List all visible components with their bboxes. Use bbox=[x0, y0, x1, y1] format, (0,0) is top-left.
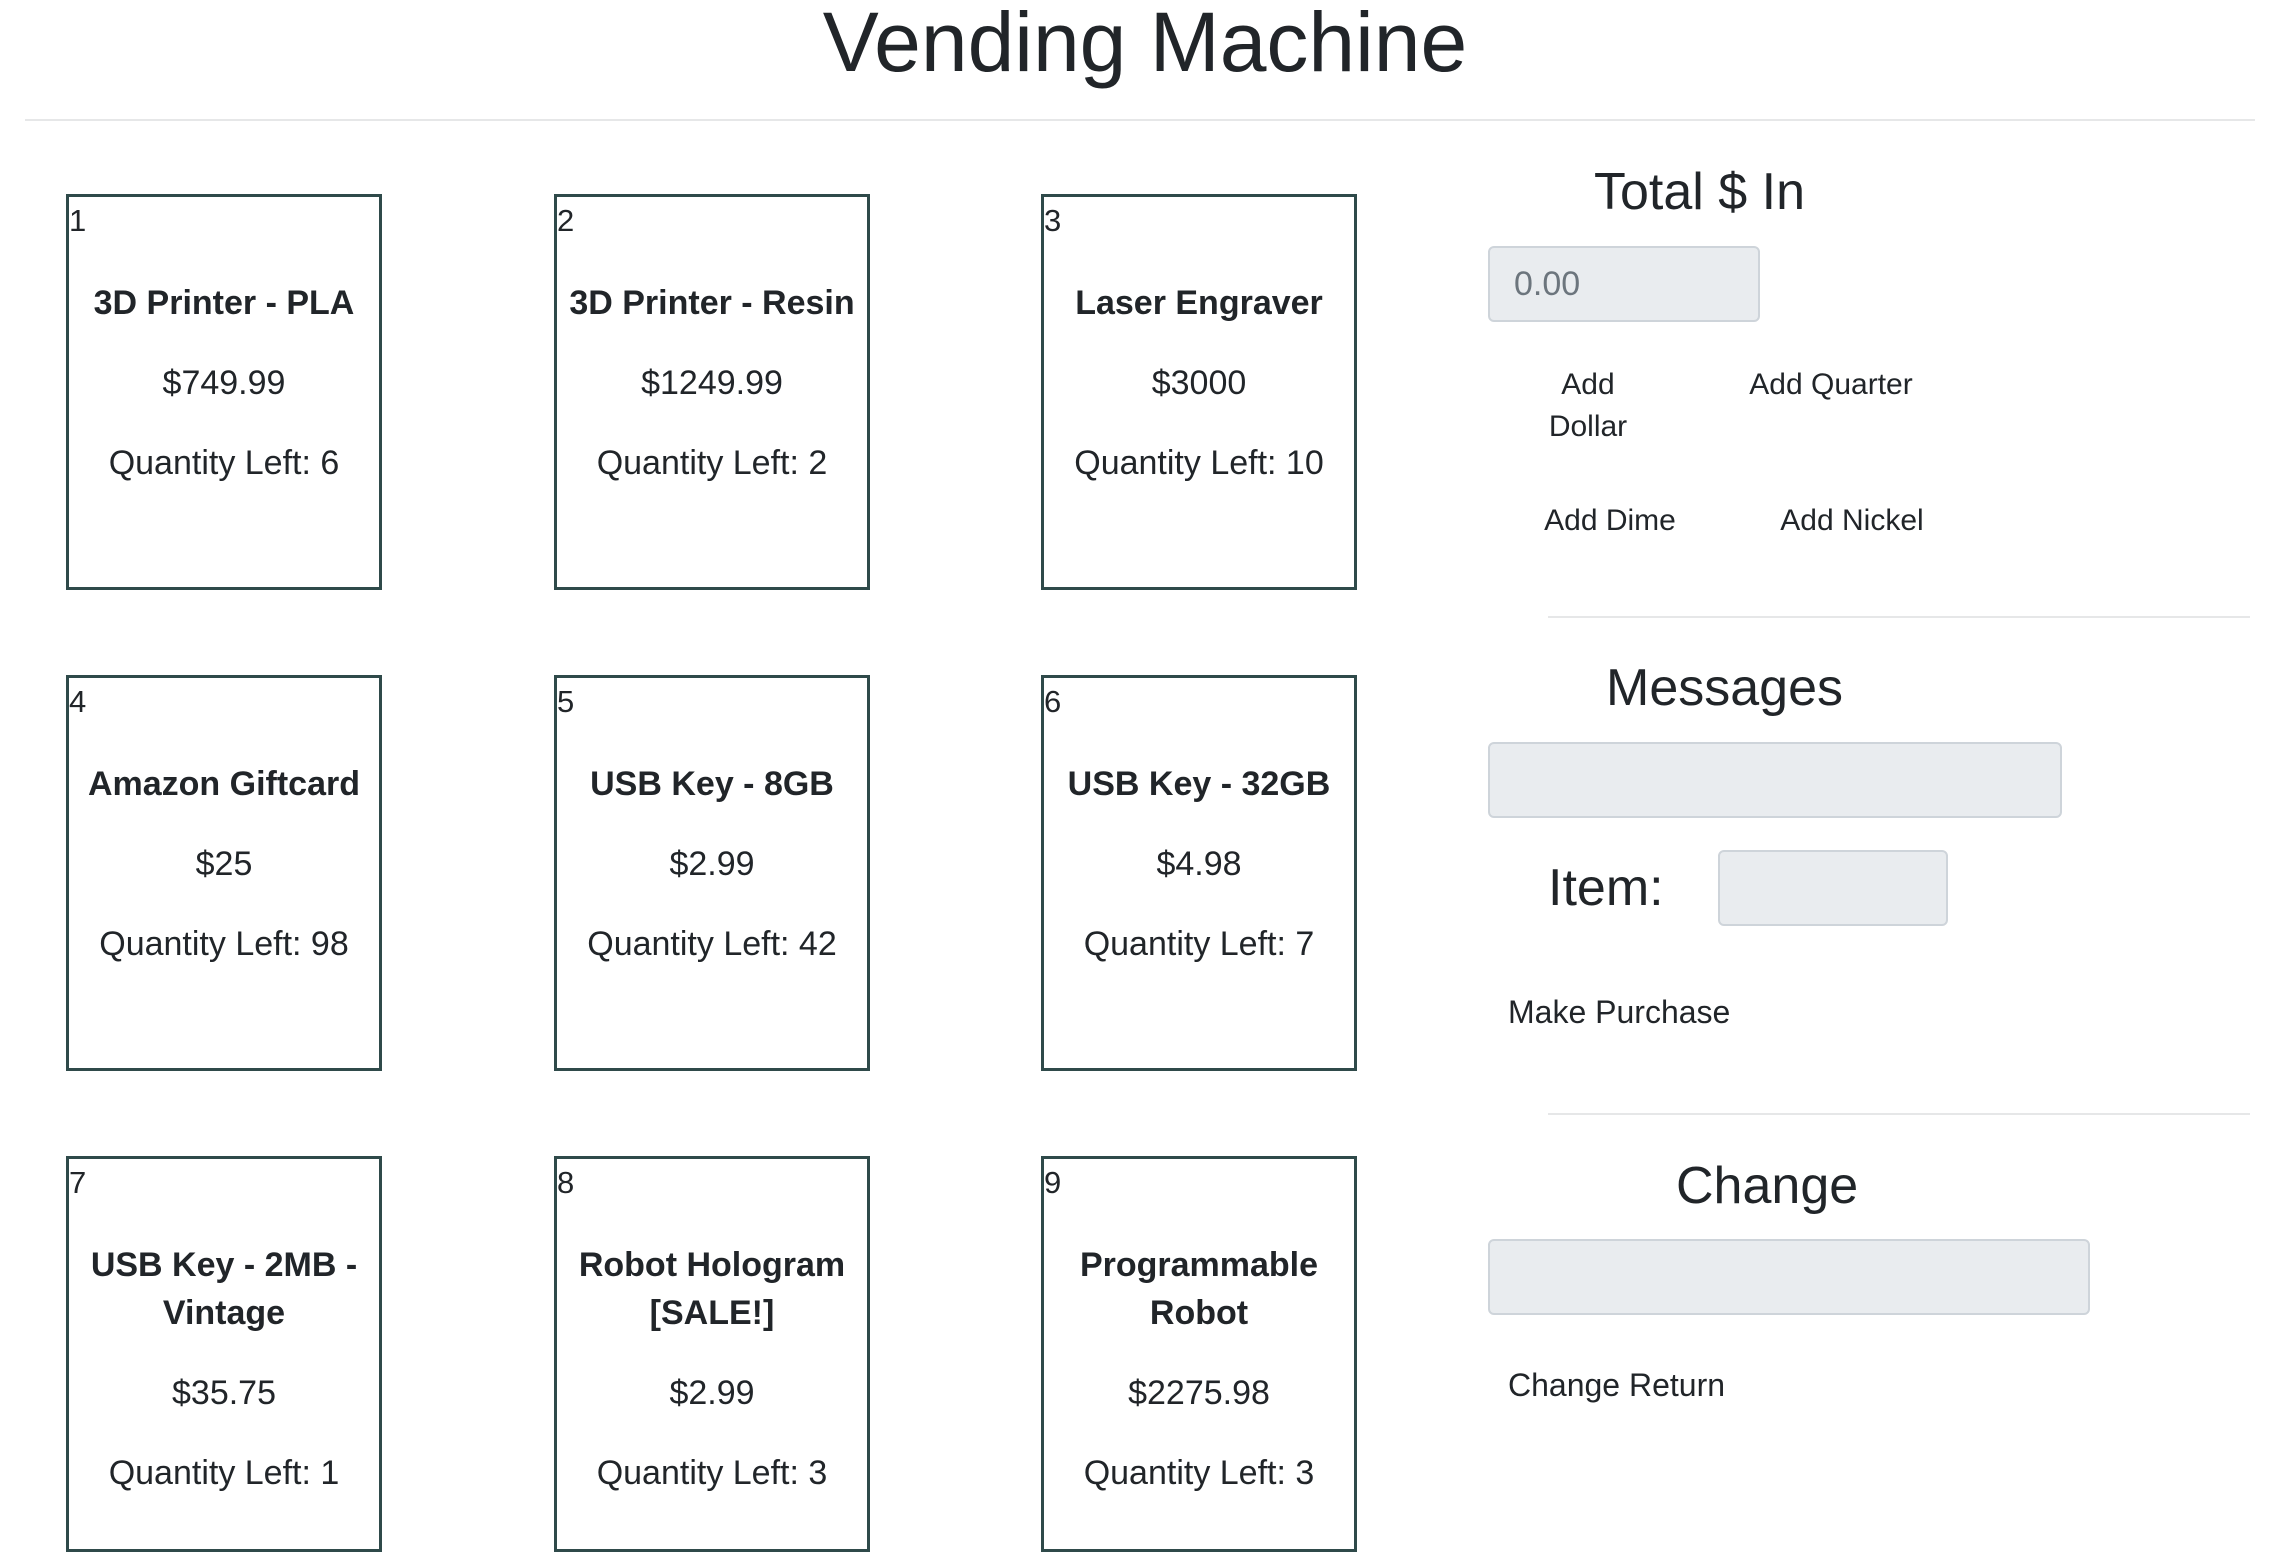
item-quantity: Quantity Left: 98 bbox=[99, 925, 349, 963]
page-title: Vending Machine bbox=[822, 0, 1468, 89]
item-number: 6 bbox=[1044, 684, 1062, 719]
total-in-field: 0.00 bbox=[1488, 246, 1760, 322]
item-quantity: Quantity Left: 6 bbox=[108, 444, 340, 482]
item-price: $25 bbox=[195, 845, 253, 883]
item-card[interactable]: 9 Programmable Robot $2275.98 Quantity L… bbox=[1041, 1156, 1357, 1552]
item-price: $1249.99 bbox=[641, 364, 783, 402]
item-quantity: Quantity Left: 7 bbox=[1083, 925, 1315, 963]
item-price: $4.98 bbox=[1156, 845, 1242, 883]
item-number: 8 bbox=[557, 1165, 575, 1200]
item-quantity: Quantity Left: 3 bbox=[596, 1454, 828, 1492]
panel-divider bbox=[1548, 616, 2250, 618]
item-name: Robot Hologram [SALE!] bbox=[578, 1246, 846, 1332]
add-dime-button[interactable]: Add Dime bbox=[1536, 500, 1684, 542]
item-card[interactable]: 6 USB Key - 32GB $4.98 Quantity Left: 7 bbox=[1041, 675, 1357, 1071]
item-number: 1 bbox=[69, 203, 87, 238]
item-card[interactable]: 5 USB Key - 8GB $2.99 Quantity Left: 42 bbox=[554, 675, 870, 1071]
item-number: 5 bbox=[557, 684, 575, 719]
change-heading: Change bbox=[1676, 1157, 1859, 1215]
item-quantity: Quantity Left: 10 bbox=[1074, 444, 1324, 482]
item-price: $2275.98 bbox=[1128, 1374, 1270, 1412]
item-card[interactable]: 3 Laser Engraver $3000 Quantity Left: 10 bbox=[1041, 194, 1357, 590]
item-number: 3 bbox=[1044, 203, 1062, 238]
messages-heading: Messages bbox=[1606, 659, 1843, 717]
add-quarter-button[interactable]: Add Quarter bbox=[1740, 364, 1922, 406]
make-purchase-button[interactable]: Make Purchase bbox=[1508, 991, 1742, 1033]
title-divider bbox=[25, 119, 2255, 121]
item-card[interactable]: 8 Robot Hologram [SALE!] $2.99 Quantity … bbox=[554, 1156, 870, 1552]
item-name: Programmable Robot bbox=[1079, 1246, 1319, 1332]
panel-divider bbox=[1548, 1113, 2250, 1115]
item-card[interactable]: 2 3D Printer - Resin $1249.99 Quantity L… bbox=[554, 194, 870, 590]
item-name: 3D Printer - PLA bbox=[93, 284, 355, 322]
item-name: USB Key - 32GB bbox=[1067, 765, 1331, 803]
item-price: $749.99 bbox=[162, 364, 286, 402]
change-return-button[interactable]: Change Return bbox=[1508, 1364, 1742, 1406]
item-price: $2.99 bbox=[669, 1374, 755, 1412]
item-name: 3D Printer - Resin bbox=[569, 284, 855, 322]
item-price: $35.75 bbox=[172, 1374, 276, 1412]
item-number: 2 bbox=[557, 203, 575, 238]
add-nickel-button[interactable]: Add Nickel bbox=[1772, 500, 1932, 542]
item-name: Amazon Giftcard bbox=[87, 765, 361, 803]
item-card[interactable]: 1 3D Printer - PLA $749.99 Quantity Left… bbox=[66, 194, 382, 590]
item-number: 7 bbox=[69, 1165, 87, 1200]
item-quantity: Quantity Left: 42 bbox=[587, 925, 837, 963]
item-number: 4 bbox=[69, 684, 87, 719]
item-name: USB Key - 2MB - Vintage bbox=[90, 1246, 358, 1332]
item-name: Laser Engraver bbox=[1075, 284, 1323, 322]
item-number: 9 bbox=[1044, 1165, 1062, 1200]
change-field bbox=[1488, 1239, 2090, 1315]
item-card[interactable]: 4 Amazon Giftcard $25 Quantity Left: 98 bbox=[66, 675, 382, 1071]
item-price: $2.99 bbox=[669, 845, 755, 883]
add-dollar-button[interactable]: Add Dollar bbox=[1538, 364, 1638, 448]
item-card[interactable]: 7 USB Key - 2MB - Vintage $35.75 Quantit… bbox=[66, 1156, 382, 1552]
item-label: Item: bbox=[1548, 859, 1664, 917]
item-price: $3000 bbox=[1151, 364, 1247, 402]
item-name: USB Key - 8GB bbox=[590, 765, 834, 803]
item-quantity: Quantity Left: 1 bbox=[108, 1454, 340, 1492]
total-in-heading: Total $ In bbox=[1594, 163, 1806, 221]
item-quantity: Quantity Left: 3 bbox=[1083, 1454, 1315, 1492]
item-field bbox=[1718, 850, 1948, 926]
messages-field bbox=[1488, 742, 2062, 818]
item-quantity: Quantity Left: 2 bbox=[596, 444, 828, 482]
